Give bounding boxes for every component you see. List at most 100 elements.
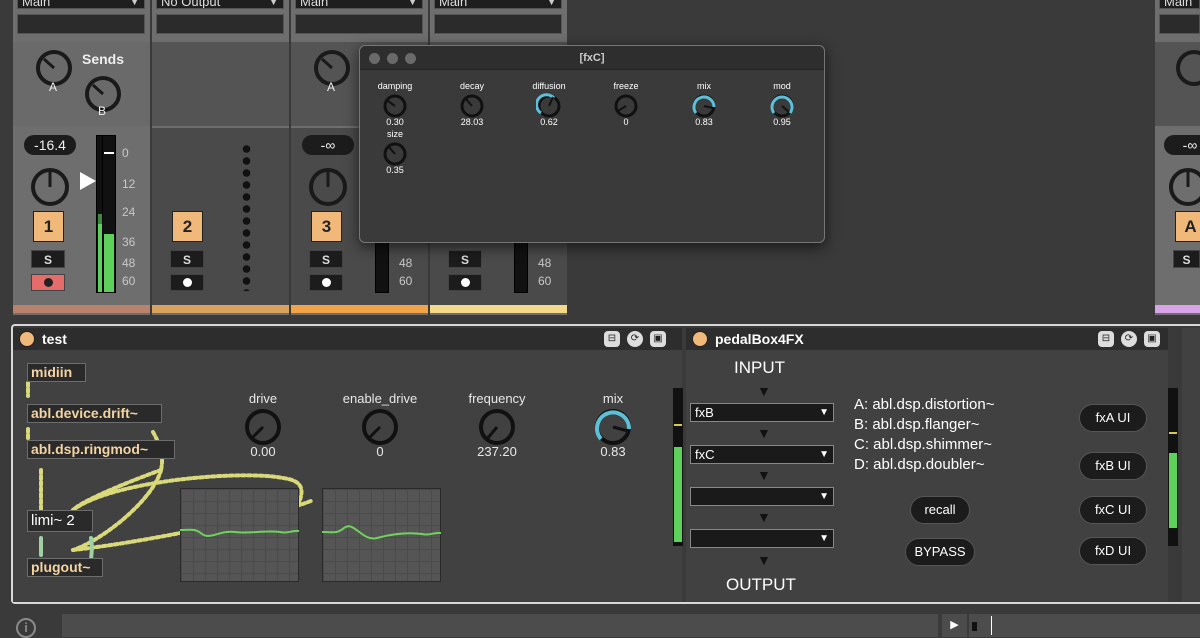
fxb-ui-button[interactable]: fxB UI <box>1079 452 1147 480</box>
fxc-mod-label: mod <box>773 81 791 91</box>
device-pedal-refresh-icon[interactable]: ⟳ <box>1121 331 1137 347</box>
fxa-ui-button[interactable]: fxA UI <box>1079 404 1147 432</box>
track-2-sub-select[interactable] <box>156 14 284 34</box>
chevron-down-icon: ▼ <box>269 0 278 7</box>
device-pedal-save-icon[interactable]: ▣ <box>1144 331 1160 347</box>
object-ringmod[interactable]: abl.dsp.ringmod~ <box>27 440 175 459</box>
fx-slot-3-select[interactable]: ▼ <box>690 487 834 506</box>
device-test-titlebar[interactable] <box>13 328 682 350</box>
right-track-sub-select[interactable] <box>1159 14 1200 34</box>
fxc-size-label: size <box>386 129 403 139</box>
track-3-color-bar <box>291 305 428 313</box>
info-icon[interactable]: i <box>16 618 36 638</box>
device-test-power-icon[interactable] <box>19 331 35 347</box>
track-3-solo-button[interactable]: S <box>309 250 343 268</box>
track-2-solo-button[interactable]: S <box>170 250 204 268</box>
track-1-meter-right <box>102 135 116 293</box>
track-3-pan-knob[interactable] <box>306 165 350 209</box>
fxc-window: [fxC] damping 0.30 decay 28.03 diffusion… <box>359 45 825 243</box>
device-pedal-map-icon[interactable]: ⊟ <box>1098 331 1114 347</box>
fxc-size-value: 0.35 <box>386 165 404 175</box>
track-4-solo-button[interactable]: S <box>448 250 482 268</box>
object-limi[interactable]: limi~ 2 <box>27 510 93 532</box>
arrow-down-icon: ▼ <box>757 467 771 483</box>
fxc-diffusion-knob[interactable] <box>536 93 562 119</box>
chevron-down-icon: ▼ <box>819 533 829 544</box>
right-track-volume[interactable]: -∞ <box>1164 135 1200 155</box>
right-track-solo-button[interactable]: S <box>1173 250 1200 268</box>
fxc-diffusion-value: 0.62 <box>540 117 558 127</box>
device-test-refresh-icon[interactable]: ⟳ <box>627 331 643 347</box>
device-pedal-title: pedalBox4FX <box>715 331 804 347</box>
object-plugout[interactable]: plugout~ <box>27 558 103 577</box>
track-1-scale-0: 0 <box>122 146 129 160</box>
track-3-output-select[interactable]: Main ▼ <box>295 0 423 9</box>
play-icon[interactable]: ▶ <box>942 614 967 637</box>
track-1-arm-button[interactable] <box>31 274 65 291</box>
mix-value: 0.83 <box>600 444 626 459</box>
track-2-output-select[interactable]: No Output ▼ <box>156 0 284 9</box>
chevron-down-icon: ▼ <box>819 491 829 502</box>
track-1-output-select[interactable]: Main ▼ <box>17 0 145 9</box>
track-2-output-value: No Output <box>161 0 221 9</box>
recall-button[interactable]: recall <box>910 496 970 524</box>
track-4-meter <box>514 240 528 293</box>
track-4-color-bar <box>430 305 567 313</box>
right-track-activator[interactable]: A <box>1175 211 1200 242</box>
fx-slot-1-select[interactable]: fxB ▼ <box>690 403 834 422</box>
track-4-output-value: Main <box>439 0 468 9</box>
track-1-pan-knob[interactable] <box>28 165 72 209</box>
fxc-damping-knob[interactable] <box>382 93 408 119</box>
object-device-drift[interactable]: abl.device.drift~ <box>27 404 162 423</box>
right-track-pan-knob[interactable] <box>1166 165 1200 209</box>
drive-knob[interactable] <box>243 407 283 447</box>
mix-label: mix <box>602 391 624 406</box>
mix-knob[interactable] <box>593 407 633 447</box>
track-3-sub-select[interactable] <box>295 14 423 34</box>
track-2-monitor-button[interactable] <box>170 274 204 291</box>
arrow-down-icon: ▼ <box>757 509 771 525</box>
enable-drive-knob[interactable] <box>360 407 400 447</box>
right-track-send-knob[interactable] <box>1174 48 1200 88</box>
track-2-activator[interactable]: 2 <box>172 211 203 242</box>
fx-slot-1-value: fxB <box>695 405 714 420</box>
fxc-freeze-value: 0 <box>623 117 629 127</box>
fxc-decay-knob[interactable] <box>459 93 485 119</box>
track-3-activator[interactable]: 3 <box>311 211 342 242</box>
track-4-sub-select[interactable] <box>434 14 562 34</box>
device-test-map-icon[interactable]: ⊟ <box>604 331 620 347</box>
object-midiin[interactable]: midiin <box>27 363 86 382</box>
track-1-scale-36: 36 <box>122 235 136 249</box>
right-track-output-select[interactable]: Main <box>1159 0 1200 9</box>
track-1-solo-button[interactable]: S <box>31 250 65 268</box>
enable-drive-value: 0 <box>376 444 384 459</box>
scope-right-wave <box>322 525 441 540</box>
chevron-down-icon: ▼ <box>547 0 556 7</box>
fxc-window-titlebar[interactable]: [fxC] <box>360 46 824 70</box>
fxd-ui-button[interactable]: fxD UI <box>1079 537 1147 565</box>
frequency-knob[interactable] <box>477 407 517 447</box>
fx-slot-2-select[interactable]: fxC ▼ <box>690 445 834 464</box>
track-3-monitor-button[interactable] <box>309 274 343 291</box>
fxc-ui-button[interactable]: fxC UI <box>1079 496 1147 524</box>
fxc-diffusion-label: diffusion <box>532 81 566 91</box>
track-1-color-bar <box>13 305 150 313</box>
track-3-volume[interactable]: -∞ <box>302 135 354 155</box>
fx-slot-4-select[interactable]: ▼ <box>690 529 834 548</box>
fxc-mod-knob[interactable] <box>769 93 795 119</box>
track-4-output-select[interactable]: Main ▼ <box>434 0 562 9</box>
track-1-scale-12: 12 <box>122 177 136 191</box>
fxc-size-knob[interactable] <box>382 141 408 167</box>
track-4-monitor-button[interactable] <box>448 274 482 291</box>
mini-timeline[interactable] <box>969 614 1200 637</box>
track-1-volume[interactable]: -16.4 <box>24 135 76 155</box>
track-1-activator[interactable]: 1 <box>33 211 64 242</box>
chevron-down-icon: ▼ <box>819 449 829 460</box>
device-test-save-icon[interactable]: ▣ <box>650 331 666 347</box>
fxc-freeze-knob[interactable] <box>613 93 639 119</box>
track-1-sub-select[interactable] <box>17 14 145 34</box>
fxc-mix-knob[interactable] <box>691 93 717 119</box>
bypass-button[interactable]: BYPASS <box>905 538 975 566</box>
device-pedal-power-icon[interactable] <box>692 331 708 347</box>
track-3-scale-48: 48 <box>399 256 413 270</box>
